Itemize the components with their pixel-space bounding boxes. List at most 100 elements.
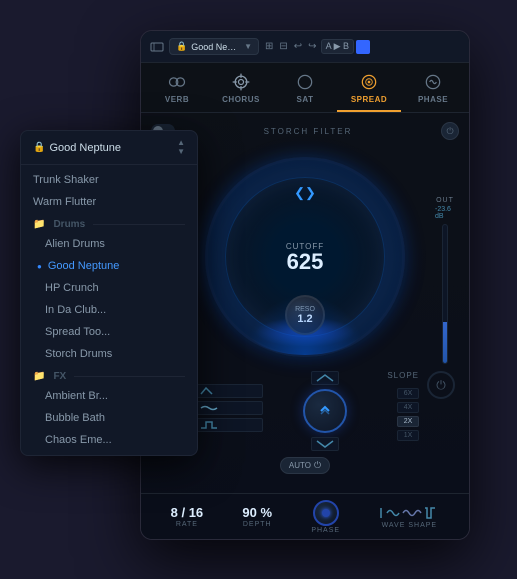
- plugin-icon: [149, 39, 165, 55]
- item-label: Good Neptune: [48, 260, 120, 272]
- slope-btn-6x[interactable]: 6X: [397, 388, 419, 399]
- item-label: Ambient Br...: [33, 390, 108, 402]
- sat-icon: [294, 71, 316, 93]
- folder-fx-icon: 📁: [33, 371, 45, 382]
- tab-chorus-label: CHORUS: [222, 95, 260, 104]
- depth-label: DEPTH: [243, 521, 272, 528]
- wave-shape-label: WAVE SHAPE: [382, 522, 438, 529]
- arrow-up-icon: ▲: [177, 139, 185, 147]
- item-label: Chaos Eme...: [33, 434, 112, 446]
- redo-btn[interactable]: ↪: [306, 40, 318, 53]
- paste-btn[interactable]: ⊟: [277, 40, 289, 53]
- dropdown-list: Trunk Shaker Warm Flutter 📁 Drums Alien …: [21, 165, 197, 455]
- header-controls: ⊞ ⊟ ↩ ↪ A ▶ B: [263, 39, 370, 54]
- slope-btn-1x[interactable]: 1X: [397, 430, 419, 441]
- auto-power-icon: ⏻: [314, 460, 321, 471]
- out-db-value: -23.6 dB: [435, 206, 455, 220]
- list-item-bubble-bath[interactable]: Bubble Bath: [21, 407, 197, 429]
- filter-bottom-glow: [245, 295, 365, 355]
- tab-sat[interactable]: SAT: [273, 67, 337, 112]
- depth-param: 90 % DEPTH: [242, 505, 272, 528]
- item-label: Spread Too...: [33, 326, 110, 338]
- list-item-storch-drums[interactable]: Storch Drums: [21, 343, 197, 365]
- slope-btn-4x[interactable]: 4X: [397, 402, 419, 413]
- item-label: Storch Drums: [33, 348, 112, 360]
- active-dot-icon: ●: [33, 262, 42, 271]
- list-item-hp-crunch[interactable]: HP Crunch: [21, 277, 197, 299]
- list-item-good-neptune[interactable]: ● Good Neptune: [21, 255, 197, 277]
- spread-icon: [358, 71, 380, 93]
- item-label: Warm Flutter: [33, 196, 96, 208]
- slope-section: SLOPE 6X 4X 2X 1X: [387, 371, 419, 441]
- rate-param: 8 / 16 RATE: [171, 505, 204, 528]
- section-fx: 📁 FX: [21, 365, 197, 385]
- arrow-down-icon: ▼: [177, 148, 185, 156]
- wave-shape-param: WAVE SHAPE: [379, 505, 439, 529]
- section-fx-label: FX: [53, 371, 66, 382]
- tab-spread-label: SPREAD: [351, 95, 387, 104]
- auto-row: AUTO ⏻: [147, 455, 463, 476]
- dropdown-preset-name: Good Neptune: [49, 142, 121, 154]
- list-item-trunk-shaker[interactable]: Trunk Shaker: [21, 169, 197, 191]
- slope-btn-2x[interactable]: 2X: [397, 416, 419, 427]
- preset-dropdown: 🔒 Good Neptune ▲ ▼ Trunk Shaker Warm Flu…: [20, 130, 198, 456]
- undo-btn[interactable]: ↩: [292, 40, 304, 53]
- dropdown-lock-icon: 🔒: [33, 142, 45, 153]
- meter-bar: [442, 224, 448, 364]
- tab-spread[interactable]: SPREAD: [337, 67, 401, 112]
- auto-button[interactable]: AUTO ⏻: [280, 457, 330, 474]
- list-item-chaos-eme[interactable]: Chaos Eme...: [21, 429, 197, 451]
- tab-phase-label: PHASE: [418, 95, 448, 104]
- filter-ring[interactable]: ❮❯ CUTOFF 625 RESO 1.2: [205, 157, 405, 357]
- list-item-ambient-br[interactable]: Ambient Br...: [21, 385, 197, 407]
- tab-chorus[interactable]: CHORUS: [209, 67, 273, 112]
- list-item-warm-flutter[interactable]: Warm Flutter: [21, 191, 197, 213]
- wave-shape-display: [379, 505, 439, 521]
- section-divider: [93, 224, 185, 225]
- item-label: Trunk Shaker: [33, 174, 99, 186]
- list-item-spread-too[interactable]: Spread Too...: [21, 321, 197, 343]
- phase-label: PHASE: [311, 527, 340, 534]
- bottom-bar: 8 / 16 RATE 90 % DEPTH PHASE WAV: [141, 493, 469, 539]
- tab-verb[interactable]: VERB: [145, 67, 209, 112]
- filter-btn-up[interactable]: [311, 371, 339, 385]
- item-label: In Da Club...: [33, 304, 106, 316]
- section-drums-label: Drums: [53, 219, 85, 230]
- folder-icon: 📁: [33, 219, 45, 230]
- item-label: Bubble Bath: [33, 412, 105, 424]
- slope-label: SLOPE: [387, 371, 419, 380]
- tab-sat-label: SAT: [297, 95, 314, 104]
- preset-name: Good Neptune *: [191, 42, 240, 52]
- slope-buttons: 6X 4X 2X 1X: [397, 388, 419, 441]
- cutoff-value[interactable]: 625: [287, 251, 324, 273]
- ab-button[interactable]: A ▶ B: [321, 39, 354, 54]
- auto-label: AUTO: [289, 461, 311, 470]
- phase-knob[interactable]: [313, 500, 339, 526]
- tab-phase[interactable]: PHASE: [401, 67, 465, 112]
- main-filter-button[interactable]: [303, 389, 347, 433]
- out-meter: OUT -23.6 dB: [435, 197, 455, 377]
- copy-btn[interactable]: ⊞: [263, 40, 275, 53]
- dropdown-arrows[interactable]: ▲ ▼: [177, 139, 185, 156]
- blue-indicator: [356, 40, 370, 54]
- item-label: HP Crunch: [33, 282, 99, 294]
- chorus-icon: [230, 71, 252, 93]
- power-button-top[interactable]: ⏻: [441, 122, 459, 140]
- dropdown-header: 🔒 Good Neptune ▲ ▼: [21, 131, 197, 165]
- rate-value[interactable]: 8 / 16: [171, 505, 204, 520]
- preset-selector[interactable]: 🔒 Good Neptune * ▼: [169, 38, 259, 55]
- meter-fill: [443, 322, 447, 363]
- list-item-alien-drums[interactable]: Alien Drums: [21, 233, 197, 255]
- depth-value[interactable]: 90 %: [242, 505, 272, 520]
- phase-knob-inner: [322, 509, 330, 517]
- filter-btn-down[interactable]: [311, 437, 339, 451]
- rate-label: RATE: [176, 521, 198, 528]
- list-item-in-da-club[interactable]: In Da Club...: [21, 299, 197, 321]
- filter-arrow-icon: ❮❯: [294, 185, 316, 201]
- center-buttons: [271, 371, 379, 451]
- filter-title: STORCH FILTER: [175, 127, 441, 136]
- verb-icon: [166, 71, 188, 93]
- section-fx-divider: [74, 376, 185, 377]
- tab-bar: VERB CHORUS SAT: [141, 63, 469, 113]
- cutoff-display: CUTOFF 625: [286, 242, 324, 273]
